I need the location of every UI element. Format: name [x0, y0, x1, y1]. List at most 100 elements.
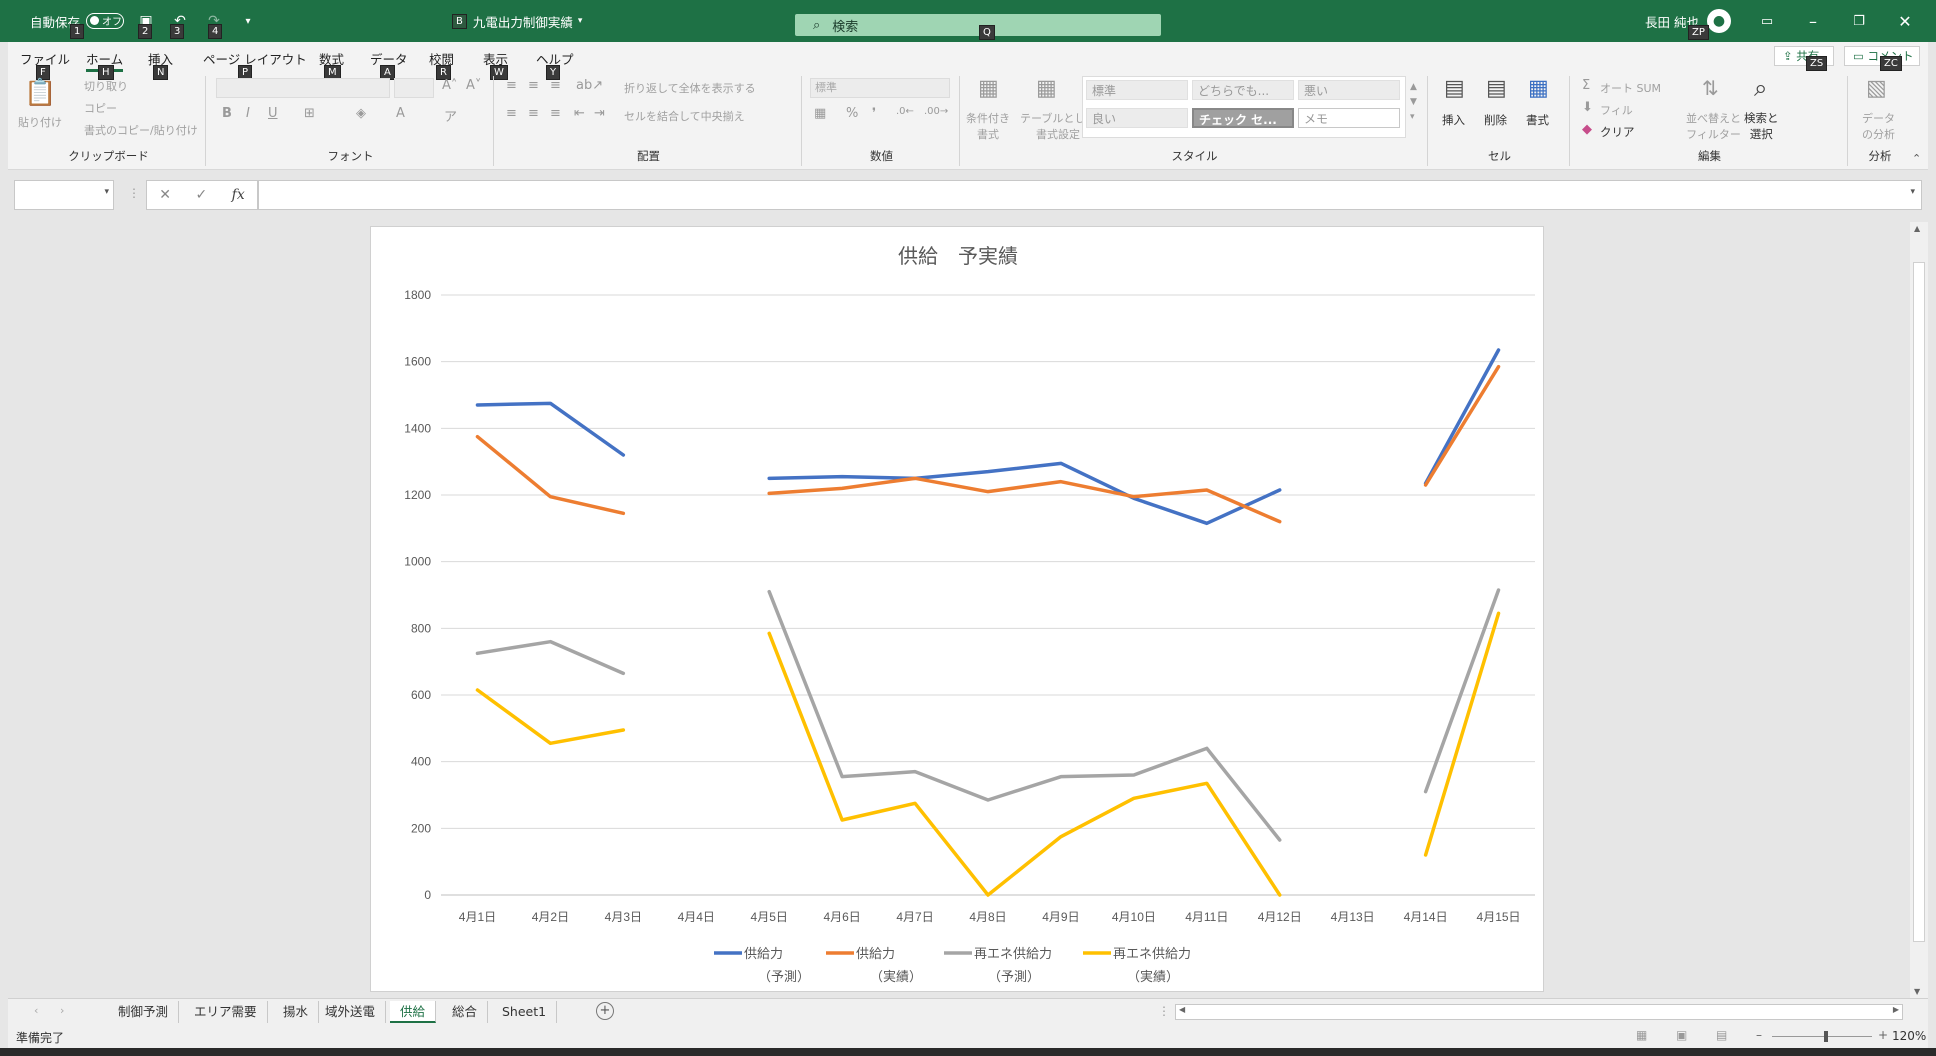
cut-button[interactable]: 切り取り	[84, 78, 128, 94]
delete-cells-icon[interactable]: ▤	[1486, 76, 1507, 101]
style-check-cell[interactable]: チェック セ...	[1192, 108, 1294, 128]
restore-icon[interactable]: ❐	[1836, 14, 1882, 29]
vertical-scroll-thumb[interactable]	[1913, 262, 1925, 942]
style-good[interactable]: 良い	[1086, 108, 1188, 128]
cancel-icon[interactable]: ✕	[159, 187, 171, 203]
merge-center-button[interactable]: セルを結合して中央揃え	[624, 108, 745, 124]
enter-icon[interactable]: ✓	[195, 187, 207, 203]
increase-decimal-icon[interactable]: .0←	[896, 106, 914, 117]
customize-toolbar-icon[interactable]: ▾	[237, 10, 259, 32]
delete-cells-button[interactable]: 削除	[1484, 112, 1507, 128]
align-left-icon[interactable]: ≡	[506, 106, 517, 121]
tab-splitter-icon[interactable]: ⋮	[1158, 1004, 1170, 1018]
sheet-tab-supply[interactable]: 供給	[390, 1001, 437, 1023]
scroll-up-icon[interactable]: ▲	[1914, 224, 1920, 233]
paste-icon[interactable]: 📋	[24, 78, 56, 108]
style-note[interactable]: メモ	[1298, 108, 1400, 128]
font-color-icon[interactable]: A	[396, 106, 405, 121]
sort-filter-button[interactable]: 並べ替えと フィルター	[1686, 110, 1741, 142]
clear-button[interactable]: クリア	[1600, 124, 1635, 140]
italic-icon[interactable]: I	[246, 106, 250, 121]
align-top-icon[interactable]: ≡	[506, 78, 517, 93]
wrap-text-button[interactable]: 折り返して全体を表示する	[624, 80, 756, 96]
zoom-slider-thumb[interactable]	[1824, 1031, 1828, 1042]
collapse-ribbon-icon[interactable]: ⌃	[1912, 152, 1921, 165]
search-box[interactable]: ⌕ 検索	[795, 14, 1161, 36]
sort-filter-icon[interactable]: ⇅	[1702, 76, 1719, 100]
fill-button[interactable]: フィル	[1600, 102, 1633, 118]
find-select-button[interactable]: 検索と 選択	[1744, 110, 1779, 142]
chart[interactable]: 供給 予実績 0 200 400 600 800 1000 1200 1400 1600 1800 4…	[370, 226, 1544, 992]
next-sheet-icon[interactable]: ›	[60, 1004, 64, 1017]
avatar-icon[interactable]: ●	[1706, 9, 1731, 33]
expand-formula-icon[interactable]: ▾	[1910, 187, 1915, 197]
prev-sheet-icon[interactable]: ‹	[34, 1004, 38, 1017]
comma-icon[interactable]: ❜	[872, 106, 876, 121]
align-bottom-icon[interactable]: ≡	[550, 78, 561, 93]
insert-cells-icon[interactable]: ▤	[1444, 76, 1465, 101]
name-box[interactable]: ▾	[14, 180, 114, 210]
gallery-scroll-icon[interactable]: ▲ ▼ ▾	[1410, 80, 1417, 125]
more-icon[interactable]: ⋮	[128, 186, 140, 200]
tab-page-layout[interactable]: ページ レイアウト	[203, 49, 307, 68]
autosave-toggle[interactable]: オフ	[86, 13, 125, 29]
insert-function-icon[interactable]: fx	[232, 187, 245, 203]
sheet-tab-area-demand[interactable]: エリア需要	[184, 1001, 268, 1023]
sheet-tab-summary[interactable]: 総合	[442, 1001, 489, 1023]
style-normal[interactable]: 標準	[1086, 80, 1188, 100]
scroll-left-icon[interactable]: ◀	[1179, 1005, 1185, 1014]
zoom-level[interactable]: 120%	[1892, 1029, 1926, 1043]
add-sheet-icon[interactable]: +	[596, 1002, 614, 1020]
currency-icon[interactable]: ▦	[814, 106, 826, 121]
sheet-tab-export[interactable]: 域外送電	[315, 1001, 387, 1023]
normal-view-icon[interactable]: ▦	[1636, 1028, 1647, 1042]
align-middle-icon[interactable]: ≡	[528, 78, 539, 93]
autosum-button[interactable]: オート SUM	[1600, 80, 1661, 96]
format-painter-button[interactable]: 書式のコピー/貼り付け	[84, 122, 198, 138]
copy-button[interactable]: コピー	[84, 100, 117, 116]
shrink-font-icon[interactable]: A˅	[466, 78, 481, 93]
zoom-slider[interactable]	[1772, 1031, 1872, 1042]
orientation-icon[interactable]: ab↗	[576, 78, 603, 93]
align-right-icon[interactable]: ≡	[550, 106, 561, 121]
border-icon[interactable]: ⊞	[304, 106, 315, 121]
analyze-data-button[interactable]: データ の分析	[1862, 110, 1895, 142]
decrease-indent-icon[interactable]: ⇤	[574, 106, 585, 121]
increase-indent-icon[interactable]: ⇥	[594, 106, 605, 121]
scroll-right-icon[interactable]: ▶	[1893, 1005, 1899, 1014]
percent-icon[interactable]: %	[846, 106, 858, 121]
scroll-down-icon[interactable]: ▼	[1914, 987, 1920, 996]
fill-color-icon[interactable]: ◈	[356, 106, 366, 121]
analyze-data-icon[interactable]: ▧	[1866, 76, 1887, 101]
align-center-icon[interactable]: ≡	[528, 106, 539, 121]
format-table-icon[interactable]: ▦	[1036, 76, 1057, 101]
ribbon-display-icon[interactable]: ▭	[1744, 14, 1790, 29]
font-name-dropdown[interactable]	[216, 78, 390, 98]
format-cells-icon[interactable]: ▦	[1528, 76, 1549, 101]
horizontal-scrollbar[interactable]: ◀ ▶	[1175, 1004, 1903, 1020]
paste-label[interactable]: 貼り付け	[18, 114, 62, 130]
sheet-tab-sheet1[interactable]: Sheet1	[492, 1001, 558, 1023]
vertical-scrollbar[interactable]: ▲ ▼	[1910, 222, 1928, 998]
conditional-format-button[interactable]: 条件付き 書式	[966, 110, 1010, 142]
conditional-format-icon[interactable]: ▦	[978, 76, 999, 101]
sheet-tab-pumped[interactable]: 揚水	[273, 1001, 320, 1023]
page-break-view-icon[interactable]: ▤	[1716, 1028, 1727, 1042]
minimize-icon[interactable]: –	[1790, 12, 1836, 31]
find-select-icon[interactable]: ⌕	[1754, 74, 1767, 102]
phonetic-icon[interactable]: ア	[444, 106, 457, 125]
font-size-dropdown[interactable]	[394, 78, 434, 98]
page-layout-view-icon[interactable]: ▣	[1676, 1028, 1687, 1042]
zoom-out-icon[interactable]: –	[1756, 1028, 1762, 1042]
style-neutral[interactable]: どちらでも...	[1192, 80, 1294, 100]
style-bad[interactable]: 悪い	[1298, 80, 1400, 100]
format-cells-button[interactable]: 書式	[1526, 112, 1549, 128]
grow-font-icon[interactable]: A˄	[442, 78, 457, 93]
underline-icon[interactable]: U	[268, 106, 278, 121]
insert-cells-button[interactable]: 挿入	[1442, 112, 1465, 128]
formula-input[interactable]: ▾	[258, 180, 1922, 210]
bold-icon[interactable]: B	[222, 106, 232, 121]
sheet-tab-control-forecast[interactable]: 制御予測	[108, 1001, 180, 1023]
close-icon[interactable]: ✕	[1882, 12, 1928, 31]
decrease-decimal-icon[interactable]: .00→	[924, 106, 948, 117]
